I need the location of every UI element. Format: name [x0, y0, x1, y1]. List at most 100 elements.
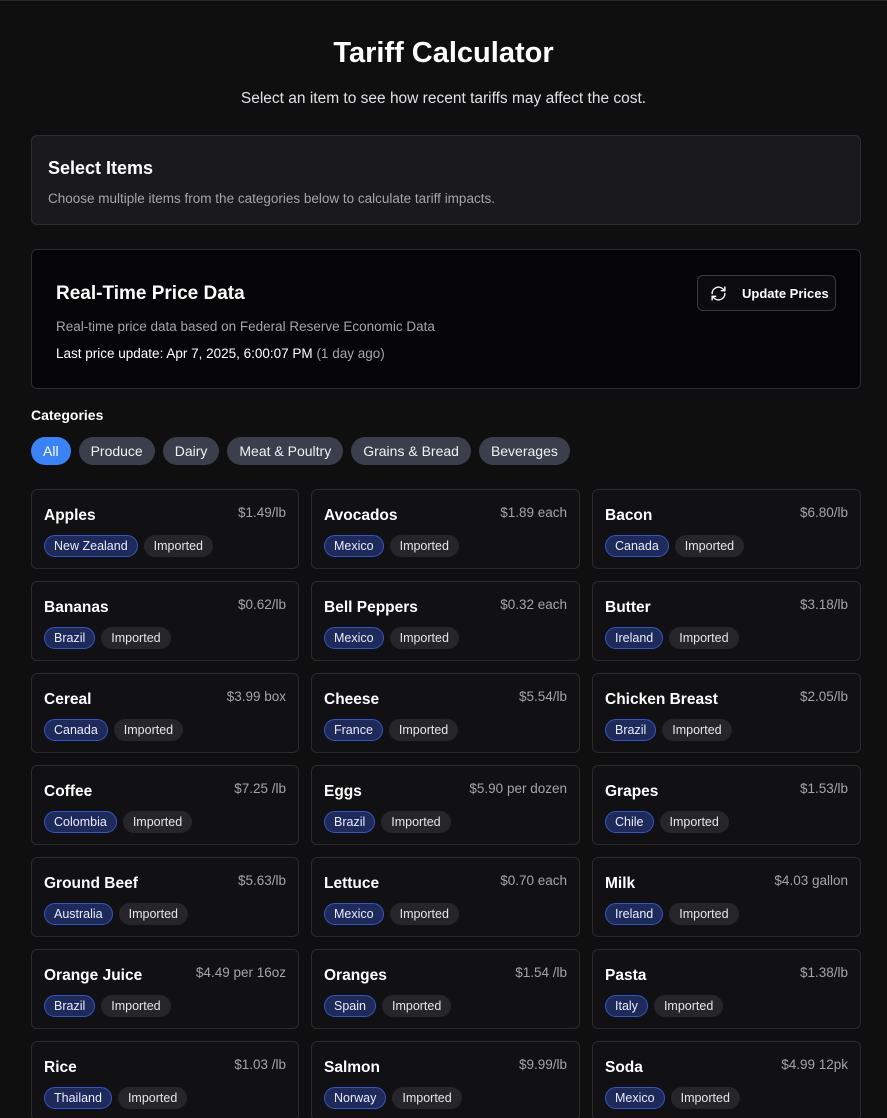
origin-badge: Thailand — [44, 1087, 112, 1109]
product-tags: Brazil Imported — [605, 719, 732, 741]
product-tags: Mexico Imported — [324, 535, 459, 557]
origin-badge: Brazil — [605, 719, 657, 741]
imported-badge: Imported — [669, 903, 739, 925]
product-tags: Italy Imported — [605, 995, 724, 1017]
product-card-bacon[interactable]: Bacon $6.80/lb Canada Imported — [592, 489, 861, 569]
product-price: $0.32 each — [500, 597, 567, 612]
imported-badge: Imported — [101, 995, 171, 1017]
page-title: Tariff Calculator — [333, 37, 554, 69]
imported-badge: Imported — [653, 995, 724, 1017]
origin-badge: Mexico — [605, 1087, 665, 1109]
product-card-oranges[interactable]: Oranges $1.54 /lb Spain Imported — [311, 949, 580, 1029]
category-pill-produce[interactable]: Produce — [78, 437, 155, 465]
product-name: Apples — [44, 507, 96, 524]
product-card-soda[interactable]: Soda $4.99 12pk Mexico Imported — [592, 1041, 861, 1118]
origin-badge: Ireland — [605, 903, 664, 925]
product-card-bananas[interactable]: Bananas $0.62/lb Brazil Imported — [31, 581, 299, 661]
product-card-pasta[interactable]: Pasta $1.38/lb Italy Imported — [592, 949, 861, 1029]
product-card-coffee[interactable]: Coffee $7.25 /lb Colombia Imported — [31, 765, 299, 845]
product-price: $3.99 box — [226, 689, 286, 704]
category-pill-all[interactable]: All — [31, 437, 71, 465]
update-prices-label: Update Prices — [742, 286, 829, 301]
product-name: Bacon — [605, 507, 653, 524]
product-name: Avocados — [324, 507, 398, 524]
product-price: $5.63/lb — [237, 873, 286, 888]
product-price: $9.99/lb — [518, 1057, 567, 1072]
product-card-lettuce[interactable]: Lettuce $0.70 each Mexico Imported — [311, 857, 580, 937]
product-tags: Brazil Imported — [44, 627, 171, 649]
product-card-avocados[interactable]: Avocados $1.89 each Mexico Imported — [311, 489, 580, 569]
origin-badge: Canada — [605, 535, 669, 557]
origin-badge: New Zealand — [44, 535, 138, 557]
product-price: $6.80/lb — [799, 505, 848, 520]
product-price: $7.25 /lb — [234, 781, 286, 796]
product-tags: Spain Imported — [324, 995, 452, 1017]
origin-badge: Norway — [324, 1087, 387, 1109]
refresh-icon — [711, 286, 726, 301]
last-update-label: Last price update: Apr 7, 2025, 6:00:07 … — [56, 346, 313, 361]
product-name: Rice — [44, 1059, 77, 1076]
product-name: Salmon — [324, 1059, 380, 1076]
product-grid: Apples $1.49/lb New Zealand Imported Avocado… — [31, 489, 861, 1118]
product-card-cereal[interactable]: Cereal $3.99 box Canada Imported — [31, 673, 299, 753]
origin-badge: Ireland — [605, 627, 664, 649]
imported-badge: Imported — [122, 811, 193, 833]
product-name: Milk — [605, 875, 636, 892]
imported-badge: Imported — [392, 1087, 462, 1109]
product-card-salmon[interactable]: Salmon $9.99/lb Norway Imported — [311, 1041, 580, 1118]
product-card-rice[interactable]: Rice $1.03 /lb Thailand Imported — [31, 1041, 299, 1118]
product-card-chicken-breast[interactable]: Chicken Breast $2.05/lb Brazil Imported — [592, 673, 861, 753]
product-name: Cheese — [324, 691, 380, 708]
imported-badge: Imported — [659, 811, 729, 833]
product-tags: Mexico Imported — [324, 903, 459, 925]
product-card-eggs[interactable]: Eggs $5.90 per dozen Brazil Imported — [311, 765, 580, 845]
imported-badge: Imported — [113, 719, 184, 741]
product-tags: Thailand Imported — [44, 1087, 188, 1109]
origin-badge: Chile — [605, 811, 654, 833]
origin-badge: Italy — [605, 995, 648, 1017]
product-price: $2.05/lb — [799, 689, 848, 704]
product-price: $4.49 per 16oz — [195, 965, 286, 980]
product-tags: Ireland Imported — [605, 627, 739, 649]
product-card-milk[interactable]: Milk $4.03 gallon Ireland Imported — [592, 857, 861, 937]
product-price: $0.70 each — [500, 873, 567, 888]
product-tags: Brazil Imported — [324, 811, 451, 833]
product-price: $5.54/lb — [518, 689, 567, 704]
product-name: Bell Peppers — [324, 599, 418, 616]
product-name: Pasta — [605, 967, 647, 984]
product-name: Cereal — [44, 691, 92, 708]
product-name: Eggs — [324, 783, 362, 800]
product-price: $4.03 gallon — [774, 873, 848, 888]
product-card-orange-juice[interactable]: Orange Juice $4.49 per 16oz Brazil Imported — [31, 949, 299, 1029]
tariff-calculator-page: Tariff Calculator Select an item to see … — [0, 0, 887, 1118]
product-tags: Canada Imported — [605, 535, 745, 557]
product-card-bell-peppers[interactable]: Bell Peppers $0.32 each Mexico Imported — [311, 581, 580, 661]
imported-badge: Imported — [381, 995, 452, 1017]
product-price: $1.38/lb — [799, 965, 848, 980]
price-data-title: Real-Time Price Data — [56, 283, 245, 304]
imported-badge: Imported — [389, 535, 459, 557]
category-pill-meat-poultry[interactable]: Meat & Poultry — [227, 437, 344, 465]
product-price: $1.53/lb — [799, 781, 848, 796]
origin-badge: Colombia — [44, 811, 117, 833]
product-tags: Australia Imported — [44, 903, 188, 925]
imported-badge: Imported — [381, 811, 451, 833]
product-card-cheese[interactable]: Cheese $5.54/lb France Imported — [311, 673, 580, 753]
category-pill-dairy[interactable]: Dairy — [162, 437, 220, 465]
category-pill-beverages[interactable]: Beverages — [478, 437, 570, 465]
select-items-description: Choose multiple items from the categorie… — [48, 191, 495, 206]
product-card-apples[interactable]: Apples $1.49/lb New Zealand Imported — [31, 489, 299, 569]
product-price: $4.99 12pk — [781, 1057, 848, 1072]
origin-badge: Brazil — [44, 995, 96, 1017]
update-prices-button[interactable]: Update Prices — [697, 275, 836, 311]
product-card-ground-beef[interactable]: Ground Beef $5.63/lb Australia Imported — [31, 857, 299, 937]
imported-badge: Imported — [143, 535, 213, 557]
product-card-grapes[interactable]: Grapes $1.53/lb Chile Imported — [592, 765, 861, 845]
product-tags: Colombia Imported — [44, 811, 193, 833]
origin-badge: Australia — [44, 903, 113, 925]
origin-badge: Brazil — [324, 811, 376, 833]
imported-badge: Imported — [669, 627, 739, 649]
product-card-butter[interactable]: Butter $3.18/lb Ireland Imported — [592, 581, 861, 661]
last-update-text: Last price update: Apr 7, 2025, 6:00:07 … — [56, 346, 385, 361]
category-pill-grains-bread[interactable]: Grains & Bread — [351, 437, 471, 465]
